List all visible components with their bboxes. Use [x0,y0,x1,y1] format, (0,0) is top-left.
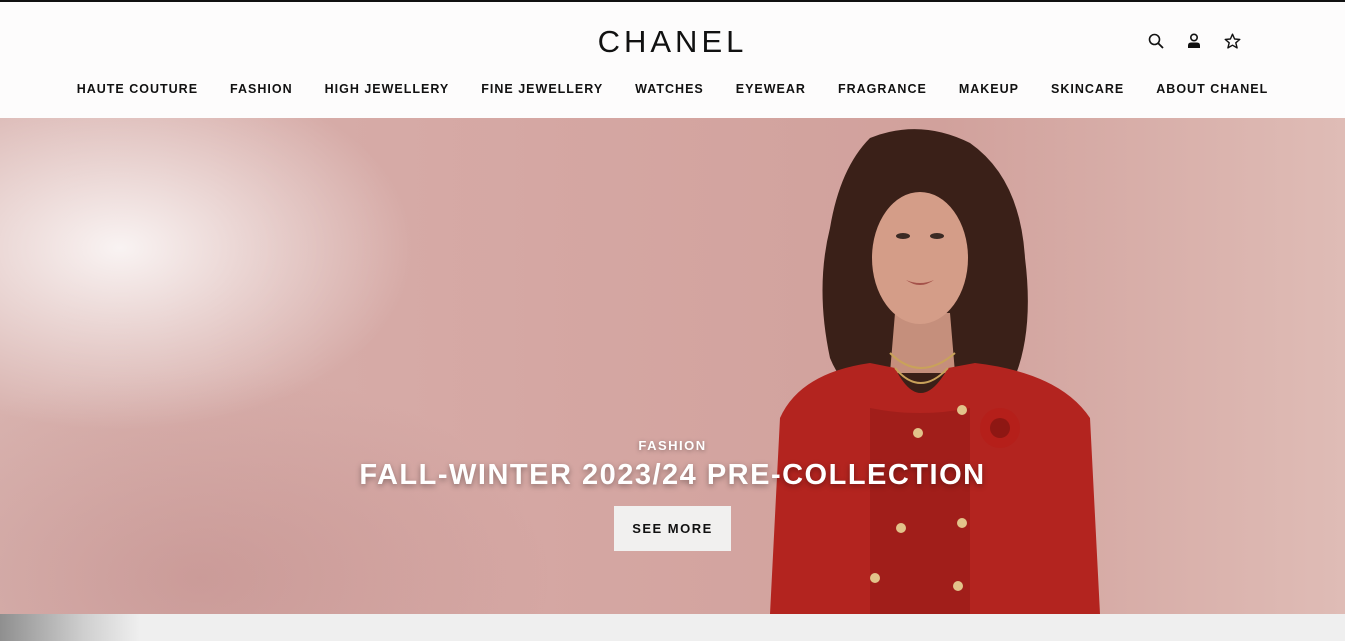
main-nav: HAUTE COUTURE FASHION HIGH JEWELLERY FIN… [0,82,1345,96]
nav-item-eyewear[interactable]: EYEWEAR [720,82,822,96]
account-icon[interactable] [1185,32,1203,50]
see-more-button[interactable]: SEE MORE [614,506,731,551]
nav-item-makeup[interactable]: MAKEUP [943,82,1035,96]
hero-title[interactable]: FALL-WINTER 2023/24 PRE-COLLECTION [0,459,1345,492]
search-icon[interactable] [1147,32,1165,50]
nav-item-fashion[interactable]: FASHION [214,82,309,96]
page: CHANEL HAUTE COUTURE FASHION HIGH JEWELL… [0,0,1345,641]
nav-item-watches[interactable]: WATCHES [619,82,720,96]
logo[interactable]: CHANEL [0,24,1345,60]
nav-item-high-jewellery[interactable]: HIGH JEWELLERY [309,82,466,96]
header: CHANEL HAUTE COUTURE FASHION HIGH JEWELL… [0,2,1345,118]
nav-item-about-chanel[interactable]: ABOUT CHANEL [1140,82,1284,96]
nav-item-skincare[interactable]: SKINCARE [1035,82,1140,96]
nav-item-fragrance[interactable]: FRAGRANCE [822,82,943,96]
header-icons [1147,32,1241,50]
nav-item-fine-jewellery[interactable]: FINE JEWELLERY [465,82,619,96]
hero-caption: FASHION FALL-WINTER 2023/24 PRE-COLLECTI… [0,438,1345,551]
next-section-strip [0,614,1345,641]
wishlist-star-icon[interactable] [1223,32,1241,50]
next-section-image-edge [0,614,140,641]
hero-kicker: FASHION [638,438,707,453]
nav-item-haute-couture[interactable]: HAUTE COUTURE [61,82,214,96]
